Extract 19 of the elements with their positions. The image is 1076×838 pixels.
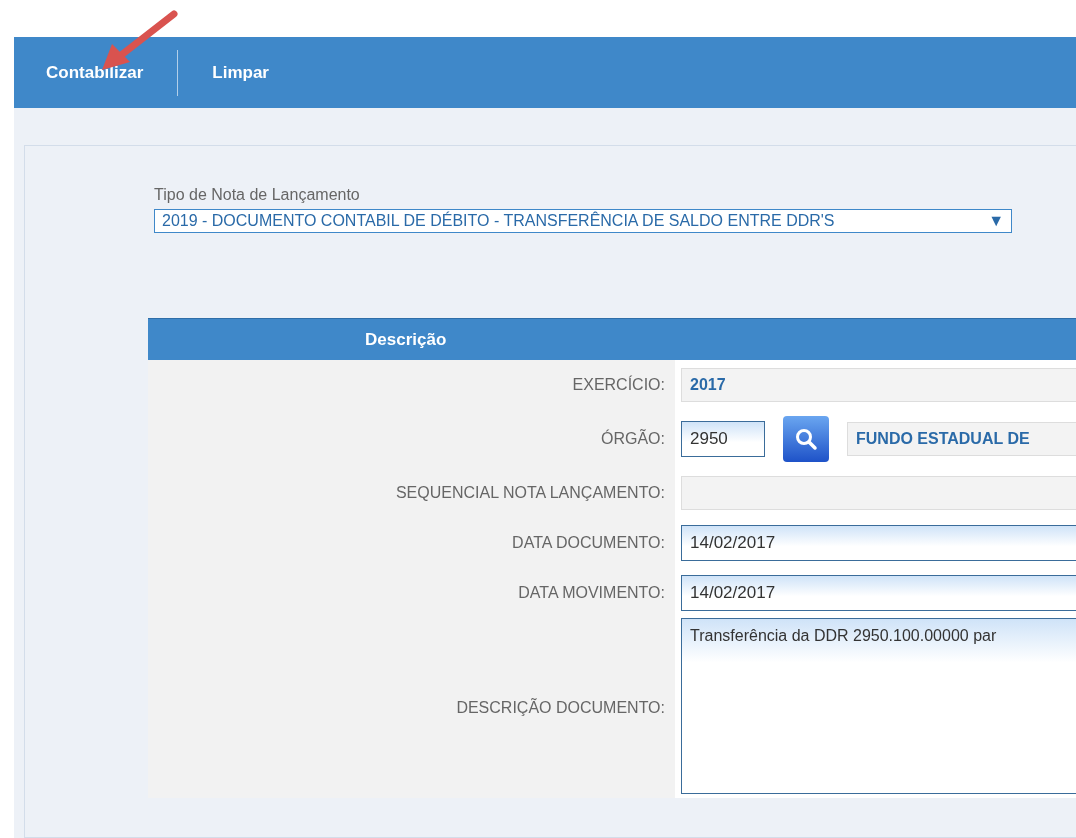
field-label: DATA MOVIMENTO: xyxy=(518,584,665,602)
input-field[interactable]: 14/02/2017 xyxy=(681,575,1076,611)
select-dropdown[interactable]: 2019 - DOCUMENTO CONTABIL DE DÉBITO - TRANSFERÊNCIA DE SALDO ENTRE DDR'S ▼ xyxy=(154,209,1012,233)
toolbar-button[interactable]: Contabilizar xyxy=(32,54,158,91)
field-label: Tipo de Nota de Lançamento xyxy=(154,186,361,204)
text-area[interactable]: Transferência da DDR 2950.100.00000 par xyxy=(681,618,1076,794)
read-only-field: FUNDO ESTADUAL DE xyxy=(847,422,1076,456)
search-icon xyxy=(794,427,818,451)
field-label: SEQUENCIAL NOTA LANÇAMENTO: xyxy=(395,484,665,502)
field-label: ÓRGÃO: xyxy=(601,430,665,448)
field-label: DESCRIÇÃO DOCUMENTO: xyxy=(456,699,665,717)
table-header: Descrição xyxy=(148,318,1076,360)
field-label: EXERCÍCIO: xyxy=(572,376,665,394)
toolbar-button[interactable]: Limpar xyxy=(198,54,283,91)
field-label: DATA DOCUMENTO: xyxy=(512,534,665,552)
read-only-field: 2017 xyxy=(681,368,1076,402)
input-field[interactable]: 14/02/2017 xyxy=(681,525,1076,561)
input-field[interactable]: 2950 xyxy=(681,421,765,457)
search-button[interactable] xyxy=(783,416,829,462)
